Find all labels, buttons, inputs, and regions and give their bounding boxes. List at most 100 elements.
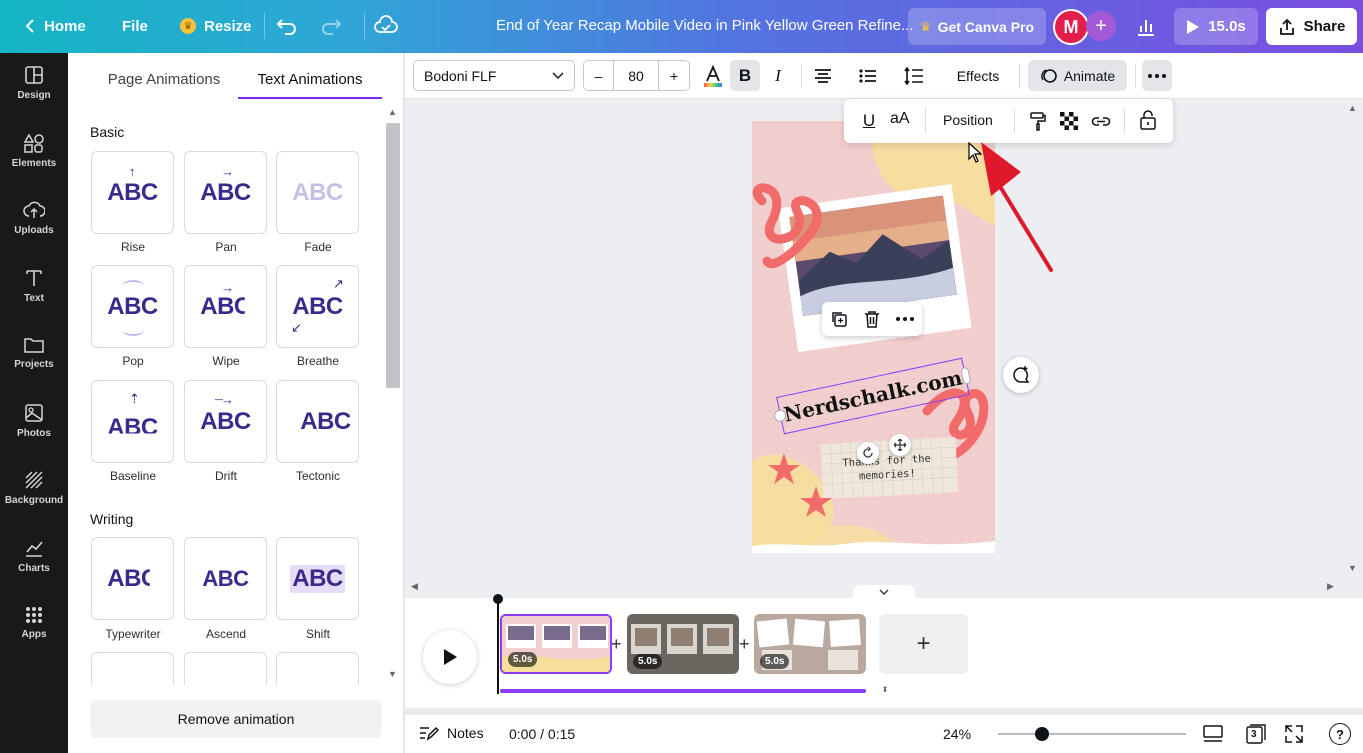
more-icon[interactable]	[896, 317, 914, 321]
anim-card-wipe[interactable]: → ABC	[184, 265, 267, 348]
cloud-saved-icon[interactable]	[374, 15, 398, 42]
rail-item-apps[interactable]: Apps	[0, 593, 68, 653]
fullscreen-icon[interactable]	[1285, 725, 1303, 743]
bold-button[interactable]: B	[730, 60, 760, 91]
rail-item-charts[interactable]: Charts	[0, 526, 68, 586]
anim-card-drift[interactable]: ┈→ ABC	[184, 380, 267, 463]
help-button[interactable]: ?	[1329, 723, 1351, 745]
position-button[interactable]: Position	[943, 112, 993, 128]
add-comment-button[interactable]	[1003, 357, 1039, 393]
remove-animation-button[interactable]: Remove animation	[90, 700, 382, 738]
scroll-down-icon[interactable]: ▼	[1348, 563, 1357, 573]
resize-button[interactable]: ♛ Resize	[170, 8, 262, 44]
rotate-handle[interactable]	[857, 442, 879, 464]
add-transition-icon[interactable]: +	[611, 634, 622, 655]
paint-roller-icon[interactable]	[1029, 111, 1047, 131]
more-options-button[interactable]	[1142, 60, 1172, 91]
anim-card-shift[interactable]: ABC	[276, 537, 359, 620]
notes-button[interactable]: Notes	[419, 724, 484, 742]
scroll-left-icon[interactable]: ◀	[411, 581, 418, 592]
get-canva-pro-button[interactable]: ♛ Get Canva Pro	[908, 8, 1046, 45]
invite-plus-icon[interactable]: +	[1086, 11, 1116, 41]
anim-card-pop[interactable]: ABC	[91, 265, 174, 348]
text-toolbar: Bodoni FLF – 80 + B I Effects Animate	[405, 53, 1363, 99]
redo-icon[interactable]	[320, 15, 342, 42]
list-button[interactable]	[853, 60, 883, 91]
zoom-level[interactable]: 24%	[943, 726, 971, 742]
anim-card-partial[interactable]	[276, 652, 359, 685]
add-page-button[interactable]: +	[879, 614, 968, 674]
timeline-clip-3[interactable]: 5.0s	[754, 614, 866, 674]
undo-icon[interactable]	[276, 15, 298, 42]
timeline-resize-handle[interactable]: ⬍	[876, 686, 894, 694]
animate-button[interactable]: Animate	[1028, 60, 1127, 91]
transparency-icon[interactable]	[1060, 112, 1078, 130]
rail-item-uploads[interactable]: Uploads	[0, 188, 68, 248]
anim-card-typewriter[interactable]: ABC	[91, 537, 174, 620]
insights-button[interactable]	[1127, 8, 1165, 45]
collapse-timeline-button[interactable]	[853, 585, 915, 598]
rail-item-projects[interactable]: Projects	[0, 323, 68, 383]
letter-case-button[interactable]: aA	[890, 110, 910, 128]
pages-count-button[interactable]: 3	[1246, 724, 1266, 744]
anim-card-partial[interactable]	[184, 652, 267, 685]
anim-card-baseline[interactable]: ⇡ ABC	[91, 380, 174, 463]
page-view-icon[interactable]	[1203, 725, 1223, 743]
font-size-input[interactable]: 80	[614, 60, 659, 91]
file-menu[interactable]: File	[112, 8, 158, 44]
underline-button[interactable]: U	[858, 109, 880, 133]
rail-item-background[interactable]: Background	[0, 458, 68, 518]
timeline-clip-1[interactable]: 5.0s	[500, 614, 612, 674]
tab-page-animations[interactable]: Page Animations	[98, 61, 230, 97]
scroll-down-icon[interactable]: ▼	[388, 669, 397, 679]
timeline-clip-2[interactable]: 5.0s	[627, 614, 739, 674]
anim-card-tectonic[interactable]: ABC	[276, 380, 359, 463]
zoom-slider[interactable]	[998, 727, 1186, 741]
canvas-vertical-scrollbar[interactable]: ▲ ▼	[1346, 103, 1360, 578]
scroll-right-icon[interactable]: ▶	[1327, 581, 1334, 592]
rail-item-text[interactable]: Text	[0, 256, 68, 316]
anim-card-breathe[interactable]: ↗ ABC ↙	[276, 265, 359, 348]
duplicate-icon[interactable]	[830, 310, 848, 328]
anim-card-rise[interactable]: ABC ↑	[91, 151, 174, 234]
tab-text-animations[interactable]: Text Animations	[248, 61, 372, 97]
text-color-button[interactable]	[699, 60, 727, 91]
share-button[interactable]: Share	[1266, 8, 1357, 45]
timeline-play-button[interactable]	[423, 630, 477, 684]
link-icon[interactable]	[1090, 112, 1112, 130]
anim-card-partial[interactable]	[91, 652, 174, 685]
font-size-decrease-button[interactable]: –	[584, 60, 614, 91]
anim-card-fade[interactable]: ABC	[276, 151, 359, 234]
lock-icon[interactable]	[1139, 110, 1157, 130]
scroll-up-icon[interactable]: ▲	[1348, 103, 1357, 113]
italic-button[interactable]: I	[763, 60, 793, 91]
zoom-slider-knob[interactable]	[1035, 727, 1049, 741]
rail-label: Design	[17, 90, 51, 101]
effects-button[interactable]: Effects	[945, 60, 1011, 91]
present-play-button[interactable]: 15.0s	[1174, 8, 1258, 45]
playhead[interactable]	[497, 598, 499, 694]
anim-label: Shift	[305, 627, 330, 641]
document-title[interactable]: End of Year Recap Mobile Video in Pink Y…	[496, 17, 914, 34]
divider	[1124, 109, 1125, 133]
add-transition-icon[interactable]: +	[739, 634, 750, 655]
spacing-button[interactable]	[899, 60, 929, 91]
panel-scrollbar[interactable]: ▲ ▼	[384, 105, 402, 685]
move-handle[interactable]	[889, 434, 911, 456]
home-button[interactable]: Home	[14, 8, 96, 44]
avatar[interactable]: M	[1053, 9, 1089, 45]
rail-item-elements[interactable]: Elements	[0, 121, 68, 181]
rail-item-design[interactable]: Design	[0, 53, 68, 113]
align-button[interactable]	[808, 60, 838, 91]
scroll-up-icon[interactable]: ▲	[388, 107, 397, 117]
anim-card-pan[interactable]: ABC →	[184, 151, 267, 234]
font-size-increase-button[interactable]: +	[659, 60, 689, 91]
anim-card-ascend[interactable]: ABC	[184, 537, 267, 620]
playhead-knob[interactable]	[493, 594, 503, 604]
design-page[interactable]: Thanks for the memories! Nerdschalk.com	[752, 121, 995, 553]
rail-item-photos[interactable]: Photos	[0, 391, 68, 451]
font-family-select[interactable]: Bodoni FLF	[413, 60, 575, 91]
trash-icon[interactable]	[864, 310, 880, 328]
share-icon	[1279, 18, 1294, 35]
scroll-thumb[interactable]	[386, 123, 400, 388]
